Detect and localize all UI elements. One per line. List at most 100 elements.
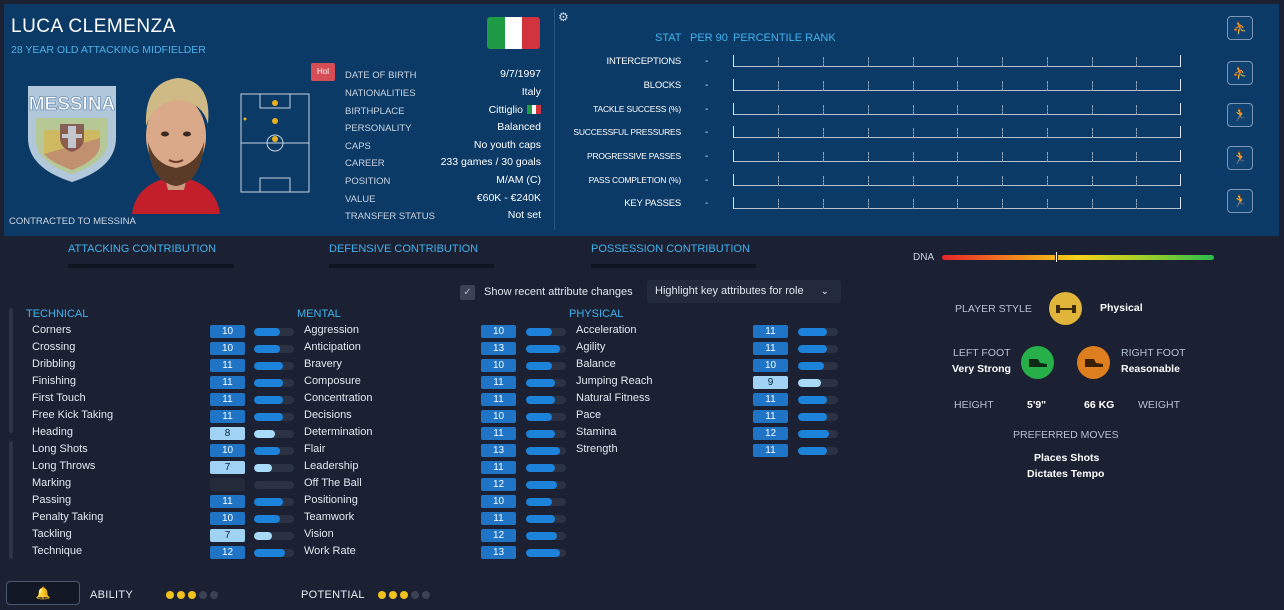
track-tick <box>823 176 824 186</box>
gear-icon[interactable]: ⚙ <box>558 10 569 24</box>
preferred-move-1[interactable]: Places Shots <box>1034 452 1099 464</box>
attribute-name[interactable]: Marking <box>32 477 71 489</box>
defensive-contribution-title[interactable]: DEFENSIVE CONTRIBUTION <box>329 243 478 255</box>
attribute-name[interactable]: Teamwork <box>304 511 354 523</box>
attribute-name[interactable]: Heading <box>32 426 73 438</box>
attribute-name[interactable]: Work Rate <box>304 545 356 557</box>
attribute-name[interactable]: Long Throws <box>32 460 95 472</box>
attribute-name[interactable]: Tackling <box>32 528 72 540</box>
attribute-value: 11 <box>753 393 788 406</box>
nationality-flag-icon[interactable] <box>487 17 540 49</box>
attribute-name[interactable]: Natural Fitness <box>576 392 650 404</box>
stat-label: SUCCESSFUL PRESSURES <box>573 127 681 137</box>
attribute-name[interactable]: Penalty Taking <box>32 511 103 523</box>
attribute-value: 10 <box>481 410 516 423</box>
attacking-contribution-title[interactable]: ATTACKING CONTRIBUTION <box>68 243 216 255</box>
role-button-1[interactable]: ⛹ <box>1227 16 1253 40</box>
attribute-name[interactable]: Aggression <box>304 324 359 336</box>
role-button-4[interactable]: 🏃 <box>1227 146 1253 170</box>
player-style-value: Physical <box>1100 302 1143 314</box>
attribute-name[interactable]: First Touch <box>32 392 86 404</box>
track-tick <box>1002 199 1003 209</box>
track-tick <box>1047 152 1048 162</box>
attribute-bar-fill <box>526 515 555 523</box>
show-changes-toggle[interactable]: ✓ Show recent attribute changes <box>460 283 633 301</box>
preferred-move-2[interactable]: Dictates Tempo <box>1027 468 1104 480</box>
attribute-value: 13 <box>481 444 516 457</box>
attribute-bar <box>798 345 838 353</box>
track-tick <box>1047 128 1048 138</box>
attribute-name[interactable]: Crossing <box>32 341 75 353</box>
track-tick <box>1002 176 1003 186</box>
checkbox-icon[interactable]: ✓ <box>460 284 475 300</box>
info-label: NATIONALITIES <box>345 88 416 99</box>
track-tick <box>778 105 779 115</box>
attribute-name[interactable]: Leadership <box>304 460 358 472</box>
star-empty <box>411 591 419 599</box>
stat-per90: - <box>705 80 709 91</box>
group-stripe-bottom <box>9 441 13 559</box>
attribute-name[interactable]: Free Kick Taking <box>32 409 113 421</box>
attribute-bar <box>526 396 566 404</box>
attribute-name[interactable]: Passing <box>32 494 71 506</box>
attribute-name[interactable]: Dribbling <box>32 358 75 370</box>
attribute-name[interactable]: Composure <box>304 375 361 387</box>
attribute-name[interactable]: Agility <box>576 341 605 353</box>
attribute-name[interactable]: Technique <box>32 545 82 557</box>
position-pitch-diagram[interactable] <box>240 93 310 193</box>
stat-label: INTERCEPTIONS <box>606 56 682 67</box>
attribute-name[interactable]: Long Shots <box>32 443 88 455</box>
dna-marker <box>1055 251 1059 263</box>
possession-contribution-title[interactable]: POSSESSION CONTRIBUTION <box>591 243 750 255</box>
attribute-name[interactable]: Finishing <box>32 375 76 387</box>
attribute-value: 11 <box>753 444 788 457</box>
track-start <box>733 103 734 115</box>
attribute-name[interactable]: Flair <box>304 443 325 455</box>
info-value-text: 9/7/1997 <box>500 68 541 80</box>
hol-tag[interactable]: Hol <box>311 63 335 81</box>
attribute-name[interactable]: Acceleration <box>576 324 637 336</box>
attribute-name[interactable]: Anticipation <box>304 341 361 353</box>
role-button-5[interactable]: 🏃 <box>1227 189 1253 213</box>
attribute-name[interactable]: Off The Ball <box>304 477 362 489</box>
attribute-name[interactable]: Vision <box>304 528 334 540</box>
attribute-name[interactable]: Positioning <box>304 494 358 506</box>
flag-stripe-white <box>504 17 523 49</box>
club-badge-icon[interactable]: MESSINA <box>20 80 124 184</box>
role-button-3[interactable]: 🏃 <box>1227 103 1253 127</box>
track-tick <box>868 152 869 162</box>
info-value[interactable]: Italy <box>522 86 541 98</box>
track-tick <box>778 57 779 67</box>
track-start <box>733 79 734 91</box>
attribute-bar <box>526 430 566 438</box>
attribute-value: 13 <box>481 546 516 559</box>
attribute-name[interactable]: Jumping Reach <box>576 375 652 387</box>
attribute-name[interactable]: Concentration <box>304 392 373 404</box>
info-value-text: Italy <box>521 86 541 98</box>
attribute-name[interactable]: Stamina <box>576 426 616 438</box>
role-button-2[interactable]: ⛹ <box>1227 61 1253 85</box>
flag-stripe-green <box>487 17 505 49</box>
highlight-label: Highlight key attributes for role <box>655 285 804 297</box>
attribute-name[interactable]: Bravery <box>304 358 342 370</box>
attribute-name[interactable]: Pace <box>576 409 601 421</box>
coach-report-button[interactable]: 🔔 <box>6 581 80 605</box>
contract-status[interactable]: CONTRACTED TO MESSINA <box>9 216 136 227</box>
physical-style-icon[interactable] <box>1049 292 1082 325</box>
right-foot-label: RIGHT FOOT <box>1121 347 1186 359</box>
highlight-attributes-dropdown[interactable]: Highlight key attributes for role ⌄ <box>647 280 841 303</box>
info-value[interactable]: Cittiglio <box>489 104 542 116</box>
dna-gradient-bar[interactable] <box>942 255 1214 260</box>
attribute-bar <box>526 481 566 489</box>
attribute-name[interactable]: Strength <box>576 443 618 455</box>
track-end <box>1180 174 1181 186</box>
attribute-name[interactable]: Balance <box>576 358 616 370</box>
player-subtitle[interactable]: 28 YEAR OLD ATTACKING MIDFIELDER <box>11 44 206 56</box>
attribute-name[interactable]: Decisions <box>304 409 352 421</box>
attribute-name[interactable]: Corners <box>32 324 71 336</box>
attribute-name[interactable]: Determination <box>304 426 372 438</box>
info-value-text: Not set <box>507 209 541 221</box>
attribute-bar-fill <box>798 430 830 438</box>
attribute-bar-fill <box>798 362 824 370</box>
star-filled <box>400 591 408 599</box>
